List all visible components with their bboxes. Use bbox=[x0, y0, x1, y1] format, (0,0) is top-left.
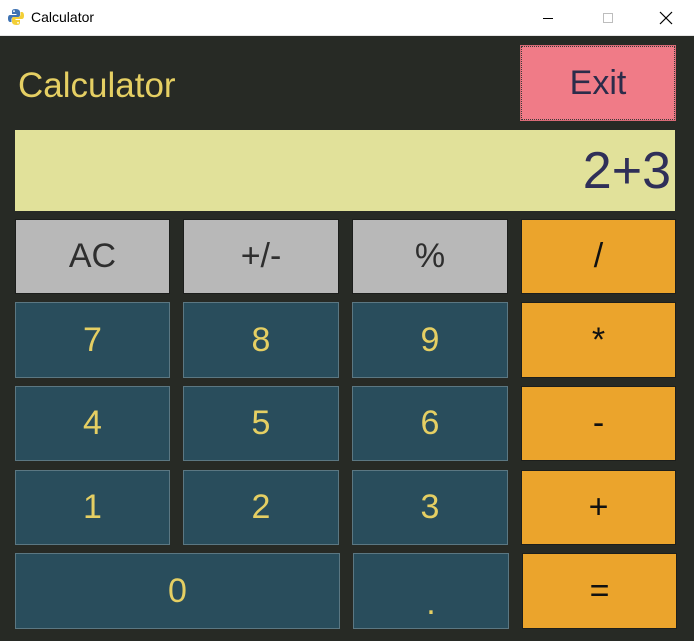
digit-0-button[interactable]: 0 bbox=[15, 553, 340, 629]
digit-7-button[interactable]: 7 bbox=[15, 302, 170, 378]
digit-3-button[interactable]: 3 bbox=[352, 470, 508, 545]
digit-2-button[interactable]: 2 bbox=[183, 470, 339, 545]
plus-button[interactable]: + bbox=[521, 470, 676, 545]
close-icon bbox=[659, 11, 673, 24]
calculator-display: 2+3 bbox=[15, 130, 675, 211]
divide-button[interactable]: / bbox=[521, 219, 676, 294]
minimize-icon bbox=[543, 17, 553, 19]
minus-button[interactable]: - bbox=[521, 386, 676, 461]
digit-8-button[interactable]: 8 bbox=[183, 302, 339, 378]
calculator-window: Calculator Exit 2+3 AC +/- % / 7 8 9 * 4… bbox=[0, 36, 694, 641]
ac-button[interactable]: AC bbox=[15, 219, 170, 294]
sign-toggle-button[interactable]: +/- bbox=[183, 219, 339, 294]
window-titlebar: Calculator bbox=[0, 0, 694, 36]
close-button[interactable] bbox=[643, 0, 689, 35]
exit-button[interactable]: Exit bbox=[520, 45, 676, 121]
equals-button[interactable]: = bbox=[522, 553, 677, 629]
app-title: Calculator bbox=[18, 66, 176, 105]
maximize-icon bbox=[603, 12, 613, 23]
multiply-button[interactable]: * bbox=[521, 302, 676, 378]
python-app-icon bbox=[8, 9, 24, 25]
digit-9-button[interactable]: 9 bbox=[352, 302, 508, 378]
maximize-button[interactable] bbox=[585, 0, 631, 35]
digit-5-button[interactable]: 5 bbox=[183, 386, 339, 461]
minimize-button[interactable] bbox=[525, 0, 571, 35]
digit-6-button[interactable]: 6 bbox=[352, 386, 508, 461]
decimal-button[interactable]: . bbox=[353, 553, 509, 629]
decimal-label: . bbox=[426, 583, 436, 622]
digit-1-button[interactable]: 1 bbox=[15, 470, 170, 545]
percent-button[interactable]: % bbox=[352, 219, 508, 294]
digit-4-button[interactable]: 4 bbox=[15, 386, 170, 461]
window-title: Calculator bbox=[31, 9, 95, 25]
